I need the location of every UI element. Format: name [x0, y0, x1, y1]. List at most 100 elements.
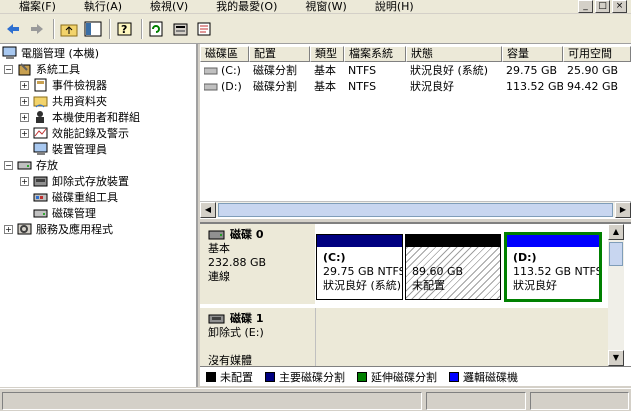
expand-icon[interactable]: + — [4, 224, 13, 234]
legend-label: 主要磁碟分割 — [279, 370, 345, 384]
scroll-right-icon[interactable]: ▶ — [615, 202, 631, 218]
horizontal-scrollbar[interactable]: ◀ ▶ — [200, 201, 631, 218]
scrollbar-thumb[interactable] — [218, 203, 613, 217]
menu-help[interactable]: 說明(H) — [356, 0, 423, 13]
legend-swatch-primary — [265, 371, 275, 382]
drive-icon — [204, 67, 218, 75]
export-list-icon[interactable] — [194, 18, 216, 40]
tree-item-event-viewer[interactable]: + 事件檢視器 — [20, 77, 107, 93]
cell-type: 基本 — [314, 80, 336, 93]
svg-text:?: ? — [121, 23, 127, 36]
event-viewer-icon — [33, 78, 49, 92]
unallocated-status: 未配置 — [412, 279, 445, 292]
partition-d[interactable]: (D:) 113.52 GB NTFS 狀況良好 — [504, 232, 602, 302]
tree-item-disk-management[interactable]: 磁碟管理 — [33, 205, 96, 221]
close-button[interactable]: × — [612, 0, 627, 13]
menu-action[interactable]: 執行(A) — [65, 0, 131, 13]
status-pane-secondary — [426, 392, 526, 410]
tree-label: 存放 — [36, 159, 58, 172]
legend-logical-drive: 邏輯磁碟機 — [449, 369, 518, 385]
performance-icon — [33, 126, 49, 140]
menu-bar: 檔案(F) 執行(A) 檢視(V) 我的最愛(O) 視窗(W) 說明(H) _ … — [0, 0, 631, 13]
tree-item-removable-storage[interactable]: + 卸除式存放裝置 — [20, 173, 129, 189]
legend-label: 未配置 — [220, 370, 253, 384]
scroll-down-icon[interactable]: ▼ — [608, 350, 624, 366]
services-icon — [17, 222, 33, 236]
collapse-icon[interactable]: − — [4, 64, 13, 74]
cell-layout: 磁碟分割 — [253, 80, 297, 93]
column-header-free-space[interactable]: 可用空間 — [563, 46, 631, 62]
cell-volume-text: (C:) — [221, 64, 241, 77]
restore-button[interactable]: □ — [595, 0, 610, 13]
expand-icon[interactable]: + — [20, 112, 29, 122]
toolbar: ? — [0, 14, 631, 44]
properties-icon[interactable] — [170, 18, 192, 40]
column-header-filesystem[interactable]: 檔案系統 — [344, 46, 406, 62]
partition-c[interactable]: (C:) 29.75 GB NTFS 狀況良好 (系統) — [316, 234, 403, 300]
unallocated-space[interactable]: 89.60 GB 未配置 — [405, 234, 501, 300]
tree-label: 磁碟管理 — [52, 207, 96, 220]
disk-1-status: 沒有媒體 — [208, 354, 252, 366]
vertical-scrollbar[interactable]: ▲ ▼ — [608, 224, 624, 366]
unallocated-bar — [406, 235, 500, 247]
column-header-capacity[interactable]: 容量 — [502, 46, 563, 62]
table-row[interactable]: (D:) 磁碟分割 基本 NTFS 狀況良好 113.52 GB 94.42 G… — [200, 79, 631, 95]
table-row[interactable]: (C:) 磁碟分割 基本 NTFS 狀況良好 (系統) 29.75 GB 25.… — [200, 63, 631, 79]
back-arrow-icon[interactable] — [2, 18, 24, 40]
vertical-scrollbar-thumb[interactable] — [609, 242, 623, 266]
tree-item-defrag[interactable]: 磁碟重組工具 — [33, 189, 118, 205]
status-pane-main — [2, 392, 422, 410]
show-hide-tree-icon[interactable] — [82, 18, 104, 40]
cell-filesystem: NTFS — [348, 64, 377, 77]
tree-item-system-tools[interactable]: − 系統工具 — [4, 61, 80, 77]
column-header-type[interactable]: 類型 — [310, 46, 344, 62]
tree-label: 裝置管理員 — [52, 143, 107, 156]
partition-d-name: (D:) — [513, 251, 537, 264]
collapse-icon[interactable]: − — [4, 160, 13, 170]
cell-type: 基本 — [314, 64, 336, 77]
minimize-button[interactable]: _ — [578, 0, 593, 13]
tree-label: 服務及應用程式 — [36, 223, 113, 236]
storage-icon — [17, 158, 33, 172]
tree-item-shared-folders[interactable]: + 共用資料夾 — [20, 93, 107, 109]
menu-window[interactable]: 視窗(W) — [286, 0, 355, 13]
up-folder-icon[interactable] — [58, 18, 80, 40]
defrag-icon — [33, 190, 49, 204]
disk-1-info[interactable]: 磁碟 1 卸除式 (E:) 沒有媒體 — [200, 308, 315, 366]
tree-item-local-users[interactable]: + 本機使用者和群組 — [20, 109, 140, 125]
refresh-icon[interactable] — [146, 18, 168, 40]
tree-item-device-manager[interactable]: 裝置管理員 — [33, 141, 107, 157]
tree-label: 本機使用者和群組 — [52, 111, 140, 124]
scroll-left-icon[interactable]: ◀ — [200, 202, 216, 218]
column-header-layout[interactable]: 配置 — [249, 46, 310, 62]
help-icon[interactable]: ? — [114, 18, 136, 40]
tree-item-root[interactable]: 電腦管理 (本機) — [2, 45, 99, 61]
expand-icon[interactable]: + — [20, 96, 29, 106]
column-header-status[interactable]: 狀態 — [406, 46, 502, 62]
tree-item-services-apps[interactable]: + 服務及應用程式 — [4, 221, 113, 237]
disk-0-info[interactable]: 磁碟 0 基本 232.88 GB 連線 — [200, 224, 315, 304]
cell-volume-text: (D:) — [221, 80, 242, 93]
column-header-volume[interactable]: 磁碟區 — [200, 46, 249, 62]
tree-item-perf-logs[interactable]: + 效能記錄及警示 — [20, 125, 129, 141]
cell-capacity: 113.52 GB — [506, 80, 563, 93]
scroll-up-icon[interactable]: ▲ — [608, 224, 624, 240]
window-controls: _ □ × — [578, 0, 627, 13]
legend-swatch-unallocated — [206, 371, 216, 382]
menu-favorites[interactable]: 我的最愛(O) — [197, 0, 286, 13]
expand-icon[interactable]: + — [20, 128, 29, 138]
cell-capacity: 29.75 GB — [506, 64, 558, 77]
expand-icon[interactable]: + — [20, 176, 29, 186]
expand-icon[interactable]: + — [20, 80, 29, 90]
forward-arrow-icon[interactable] — [26, 18, 48, 40]
partition-c-name: (C:) — [323, 251, 346, 264]
menu-view[interactable]: 檢視(V) — [131, 0, 197, 13]
tree-item-storage[interactable]: − 存放 — [4, 157, 58, 173]
volume-list: 磁碟區 配置 類型 檔案系統 狀態 容量 可用空間 (C:) 磁碟分割 基本 N… — [200, 44, 631, 219]
menu-file[interactable]: 檔案(F) — [0, 0, 65, 13]
legend-swatch-extended — [357, 371, 367, 382]
disk-1-title-row: 磁碟 1 — [208, 312, 315, 326]
tools-icon — [17, 62, 33, 76]
tree-label: 系統工具 — [36, 63, 80, 76]
partition-d-status: 狀況良好 — [513, 279, 557, 292]
